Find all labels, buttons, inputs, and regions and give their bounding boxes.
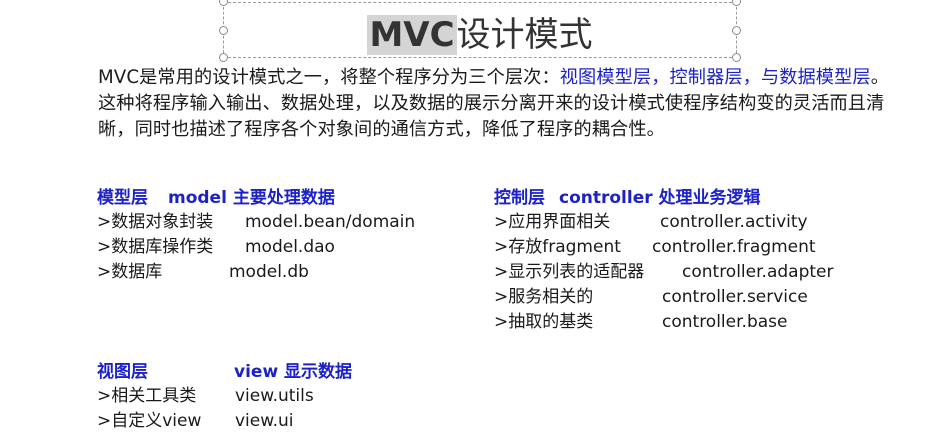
view-section: 视图层 view 显示数据 >相关工具类 view.utils >自定义view vi… — [97, 360, 352, 434]
list-item: >数据对象封装 model.bean/domain — [97, 212, 416, 232]
controller-section: 控制层 controller 处理业务逻辑 >应用界面相关 controller.a… — [494, 186, 833, 335]
view-subtitle: view 显示数据 — [234, 362, 353, 382]
title-rest: 设计模式 — [456, 15, 593, 55]
model-heading-label: 模型层 — [97, 188, 148, 208]
list-item: >存放fragment controller.fragment — [494, 237, 816, 257]
intro-sep-1: ， — [651, 67, 670, 88]
resize-handle-top-right[interactable] — [732, 0, 741, 6]
slide-title: MVC设计模式 — [224, 7, 736, 56]
resize-handle-left-mid[interactable] — [219, 26, 228, 35]
intro-controller-layer: 控制器层 — [669, 67, 743, 88]
resize-handle-bottom-left[interactable] — [219, 53, 228, 62]
list-item: >数据库 model.db — [97, 262, 309, 282]
controller-heading-label: 控制层 — [494, 188, 545, 208]
model-heading: 模型层 model 主要处理数据 — [97, 186, 415, 210]
intro-view-layer: 视图模型层 — [559, 67, 652, 88]
resize-handle-bottom-right[interactable] — [732, 53, 741, 62]
model-section: 模型层 model 主要处理数据 >数据对象封装 model.bean/domain… — [97, 186, 415, 285]
model-subtitle: model 主要处理数据 — [168, 188, 335, 208]
controller-heading: 控制层 controller 处理业务逻辑 — [494, 186, 833, 210]
title-highlight: MVC — [367, 15, 457, 55]
controller-subtitle: controller 处理业务逻辑 — [559, 188, 761, 208]
list-item: >应用界面相关 controller.activity — [494, 212, 808, 232]
view-heading: 视图层 view 显示数据 — [97, 360, 352, 384]
resize-handle-right-mid[interactable] — [732, 26, 741, 35]
list-item: >相关工具类 view.utils — [97, 386, 314, 406]
list-item: >自定义view view.ui — [97, 411, 294, 431]
view-heading-label: 视图层 — [97, 362, 148, 382]
intro-model-layer: 数据模型层 — [779, 67, 871, 88]
list-item: >显示列表的适配器 controller.adapter — [494, 262, 834, 282]
list-item: >服务相关的 controller.service — [494, 287, 808, 307]
intro-text-1: MVC是常用的设计模式之一，将整个程序分为三个层次： — [98, 67, 560, 88]
list-item: >抽取的基类 controller.base — [494, 312, 788, 332]
list-item: >数据库操作类 model.dao — [97, 237, 335, 257]
title-textbox[interactable]: MVC设计模式 — [223, 2, 737, 58]
intro-paragraph: MVC是常用的设计模式之一，将整个程序分为三个层次：视图模型层，控制器层，与数据… — [98, 65, 890, 143]
intro-sep-2: ，与 — [742, 67, 780, 88]
